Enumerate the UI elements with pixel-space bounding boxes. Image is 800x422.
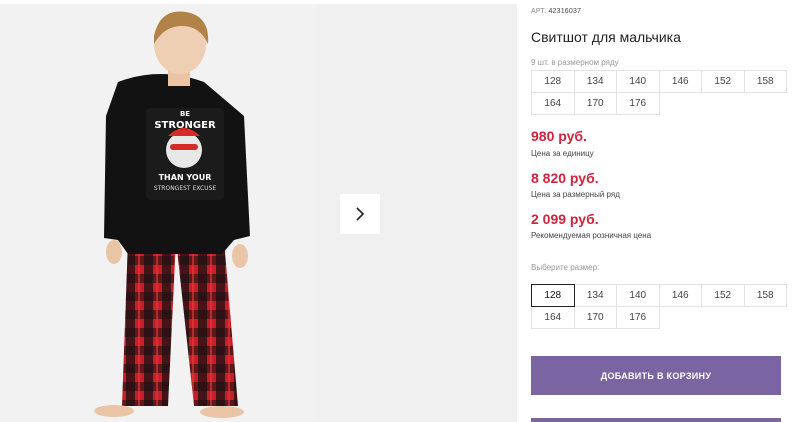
size-option-selected[interactable]: 128: [531, 284, 575, 307]
choose-size-label: Выберите размер:: [531, 263, 600, 272]
chevron-right-icon: [356, 207, 365, 221]
article-value: 42316037: [548, 8, 582, 15]
unit-price: 980 руб.: [531, 128, 587, 144]
svg-text:STRONGER: STRONGER: [154, 120, 216, 131]
size-option[interactable]: 170: [573, 306, 617, 329]
secondary-button[interactable]: [531, 418, 781, 422]
size-row-grid: 128 134 140 146 152 158 164 170 176: [531, 70, 787, 115]
product-title: Свитшот для мальчика: [531, 29, 681, 45]
product-gallery: BE STRONGER THAN YOUR STRONGEST EXCUSE: [0, 0, 520, 422]
unit-price-label: Цена за единицу: [531, 149, 594, 158]
add-to-cart-button[interactable]: ДОБАВИТЬ В КОРЗИНУ: [531, 356, 781, 395]
size-row-cell: 170: [573, 92, 617, 115]
article-label: АРТ.: [531, 8, 547, 15]
size-option[interactable]: 158: [743, 284, 787, 307]
product-info: АРТ. 42316037 Свитшот для мальчика 9 шт.…: [531, 0, 791, 422]
size-selector: 128 134 140 146 152 158 164 170 176: [531, 284, 787, 329]
size-row-cell: 152: [701, 70, 745, 93]
retail-price: 2 099 руб.: [531, 211, 599, 227]
size-option[interactable]: 176: [616, 306, 660, 329]
row-price: 8 820 руб.: [531, 170, 599, 186]
svg-text:BE: BE: [180, 110, 190, 118]
size-row-cell: 176: [616, 92, 660, 115]
size-option[interactable]: 164: [531, 306, 575, 329]
size-row-cell: 164: [531, 92, 575, 115]
size-row-cell: 134: [573, 70, 617, 93]
article-number: АРТ. 42316037: [531, 8, 581, 15]
size-row-cell: 140: [616, 70, 660, 93]
gallery-next-button[interactable]: [340, 194, 380, 234]
size-row-count: 9 шт. в размерном ряду: [531, 58, 619, 67]
size-option[interactable]: 134: [573, 284, 617, 307]
size-option[interactable]: 152: [701, 284, 745, 307]
svg-text:STRONGEST EXCUSE: STRONGEST EXCUSE: [154, 185, 217, 192]
size-row-cell: 158: [743, 70, 787, 93]
svg-text:THAN YOUR: THAN YOUR: [159, 173, 212, 182]
retail-price-label: Рекомендуемая розничная цена: [531, 231, 652, 240]
boy-in-pajamas-illustration: BE STRONGER THAN YOUR STRONGEST EXCUSE: [0, 4, 317, 422]
size-option[interactable]: 146: [658, 284, 702, 307]
size-row-cell: 128: [531, 70, 575, 93]
size-row-cell: 146: [658, 70, 702, 93]
row-price-label: Цена за размерный ряд: [531, 190, 620, 199]
size-option[interactable]: 140: [616, 284, 660, 307]
product-photo[interactable]: BE STRONGER THAN YOUR STRONGEST EXCUSE: [0, 4, 317, 422]
